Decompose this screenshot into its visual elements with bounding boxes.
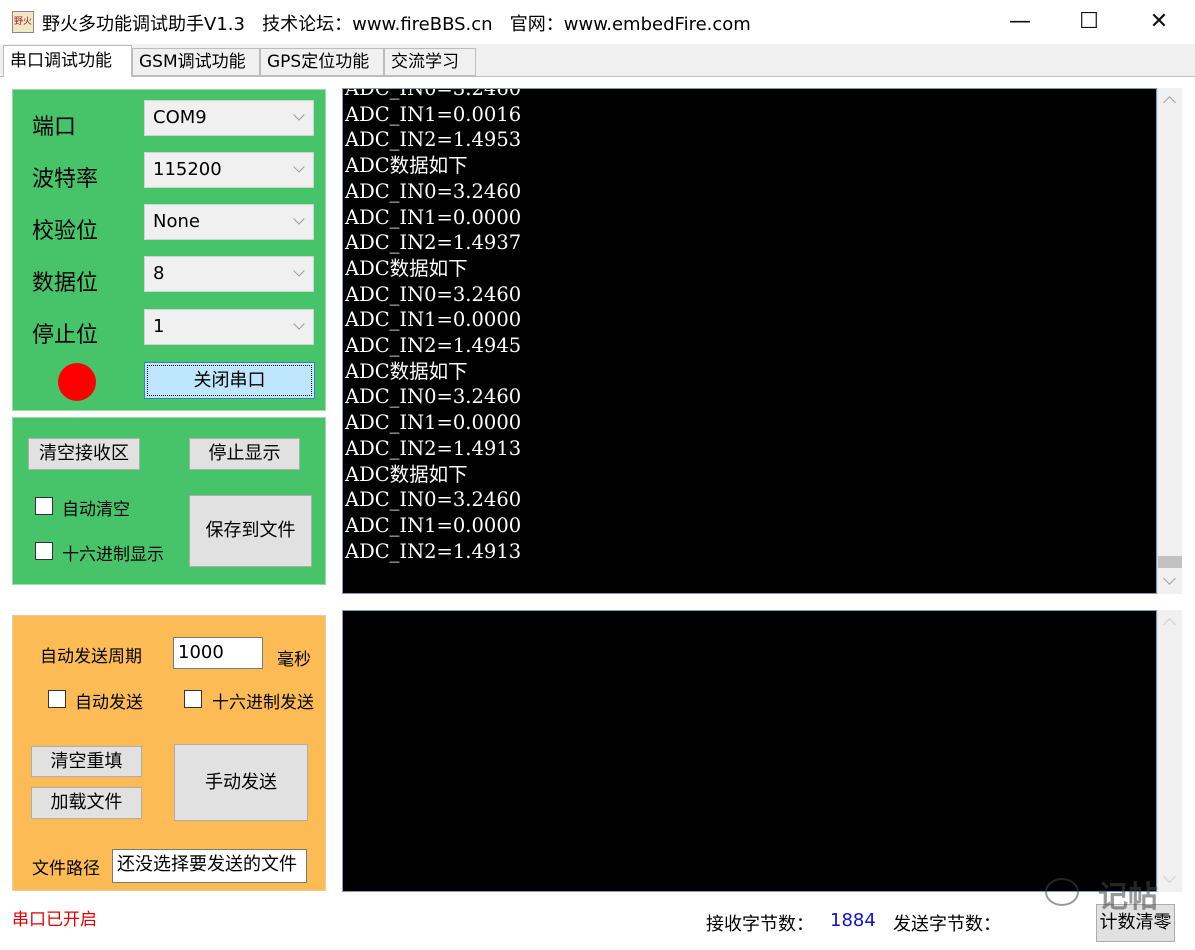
recv-bytes-value: 18848	[830, 910, 876, 931]
receive-line: ADC_IN1=0.0000	[345, 205, 522, 229]
receive-text-area[interactable]: ADC_IN0=3.2460 ADC_IN1=0.0016 ADC_IN2=1.49…	[342, 88, 1157, 594]
receive-line: ADC_IN2=1.4953	[345, 128, 522, 152]
scroll-down-icon[interactable]	[1163, 870, 1176, 883]
chevron-down-icon	[293, 213, 305, 225]
load-file-button[interactable]: 加载文件	[31, 787, 142, 819]
receive-line: ADC数据如下	[345, 154, 468, 178]
receive-line: ADC_IN0=3.2460	[345, 179, 522, 203]
receive-scroll-thumb[interactable]	[1158, 556, 1182, 568]
hex-display-label: 十六进制显示	[62, 545, 164, 565]
close-port-button[interactable]: 关闭串口	[144, 362, 315, 399]
parity-label: 校验位	[32, 219, 99, 244]
chevron-down-icon	[293, 265, 305, 277]
port-status-text: 串口已开启	[12, 910, 97, 930]
port-status-led-icon	[58, 363, 96, 401]
receive-line: ADC_IN1=0.0000	[345, 411, 522, 435]
parity-select-value: None	[153, 211, 200, 232]
baud-select[interactable]: 115200	[144, 152, 314, 188]
send-period-unit: 毫秒	[277, 650, 311, 670]
receive-line: ADC_IN0=3.2460	[345, 488, 522, 512]
receive-lines: ADC_IN0=3.2460 ADC_IN1=0.0016 ADC_IN2=1.49…	[345, 88, 522, 564]
receive-scrollbar[interactable]	[1157, 88, 1182, 594]
receive-line: ADC_IN1=0.0000	[345, 513, 522, 537]
file-path-input[interactable]: 还没选择要发送的文件	[112, 849, 307, 883]
port-select-value: COM9	[153, 107, 207, 128]
recv-bytes-label: 接收字节数：	[706, 914, 814, 935]
save-to-file-button[interactable]: 保存到文件	[189, 495, 312, 567]
auto-send-checkbox[interactable]	[48, 690, 66, 708]
close-button[interactable]: ✕	[1136, 0, 1182, 44]
watermark-text: 记帖	[1098, 880, 1158, 915]
minimize-button[interactable]: —	[997, 0, 1043, 44]
window-title: 野火多功能调试助手V1.3 技术论坛：www.fireBBS.cn 官网：www…	[42, 14, 751, 35]
receive-line: ADC_IN2=1.4945	[345, 334, 522, 358]
send-period-input[interactable]: 1000	[173, 637, 263, 669]
manual-send-button[interactable]: 手动发送	[174, 744, 308, 821]
baud-label: 波特率	[32, 167, 99, 192]
stop-bits-label: 停止位	[32, 323, 99, 348]
receive-line: ADC_IN0=3.2460	[345, 88, 522, 100]
parity-select[interactable]: None	[144, 204, 314, 240]
tab-exchange-learning[interactable]: 交流学习	[384, 48, 476, 76]
chevron-down-icon	[293, 318, 305, 330]
file-path-label: 文件路径	[32, 859, 100, 879]
send-text-area[interactable]	[342, 610, 1157, 892]
send-period-label: 自动发送周期	[40, 647, 142, 667]
hex-send-label: 十六进制发送	[212, 693, 314, 713]
port-label: 端口	[32, 115, 77, 140]
clear-receive-button[interactable]: 清空接收区	[28, 438, 140, 470]
data-bits-label: 数据位	[32, 271, 99, 296]
wechat-icon	[1045, 878, 1079, 906]
tab-gsm-debug[interactable]: GSM调试功能	[132, 48, 260, 76]
receive-line: ADC_IN2=1.4937	[345, 231, 522, 255]
receive-line: ADC_IN0=3.2460	[345, 385, 522, 409]
scroll-up-icon[interactable]	[1163, 618, 1176, 631]
receive-line: ADC_IN1=0.0000	[345, 308, 522, 332]
stop-display-button[interactable]: 停止显示	[189, 438, 300, 470]
hex-send-checkbox[interactable]	[184, 690, 202, 708]
stop-bits-select[interactable]: 1	[144, 309, 314, 345]
baud-select-value: 115200	[153, 159, 222, 180]
send-bytes-label: 发送字节数：	[893, 914, 1001, 935]
clear-refill-button[interactable]: 清空重填	[31, 746, 142, 777]
auto-clear-label: 自动清空	[62, 500, 130, 520]
receive-line: ADC_IN2=1.4913	[345, 436, 522, 460]
receive-line: ADC数据如下	[345, 462, 468, 486]
receive-line: ADC_IN2=1.4913	[345, 539, 522, 563]
scroll-down-icon[interactable]	[1163, 572, 1176, 585]
chevron-down-icon	[293, 161, 305, 173]
data-bits-select[interactable]: 8	[144, 256, 314, 292]
send-scrollbar[interactable]	[1157, 610, 1182, 892]
receive-line: ADC数据如下	[345, 256, 468, 280]
auto-clear-checkbox[interactable]	[35, 497, 53, 515]
port-select[interactable]: COM9	[144, 100, 314, 136]
receive-line: ADC_IN1=0.0016	[345, 102, 522, 126]
stop-bits-select-value: 1	[153, 316, 165, 337]
tab-serial-debug[interactable]: 串口调试功能	[3, 45, 132, 77]
scroll-up-icon[interactable]	[1163, 96, 1176, 109]
data-bits-select-value: 8	[153, 263, 165, 284]
hex-display-checkbox[interactable]	[35, 542, 53, 560]
tab-gps-location[interactable]: GPS定位功能	[260, 48, 384, 76]
title-bar: 野火 野火多功能调试助手V1.3 技术论坛：www.fireBBS.cn 官网：…	[0, 0, 1195, 44]
chevron-down-icon	[293, 109, 305, 121]
app-logo-icon: 野火	[12, 11, 34, 33]
receive-line: ADC数据如下	[345, 359, 468, 383]
auto-send-label: 自动发送	[75, 693, 143, 713]
maximize-button[interactable]: ☐	[1066, 0, 1112, 44]
receive-line: ADC_IN0=3.2460	[345, 282, 522, 306]
